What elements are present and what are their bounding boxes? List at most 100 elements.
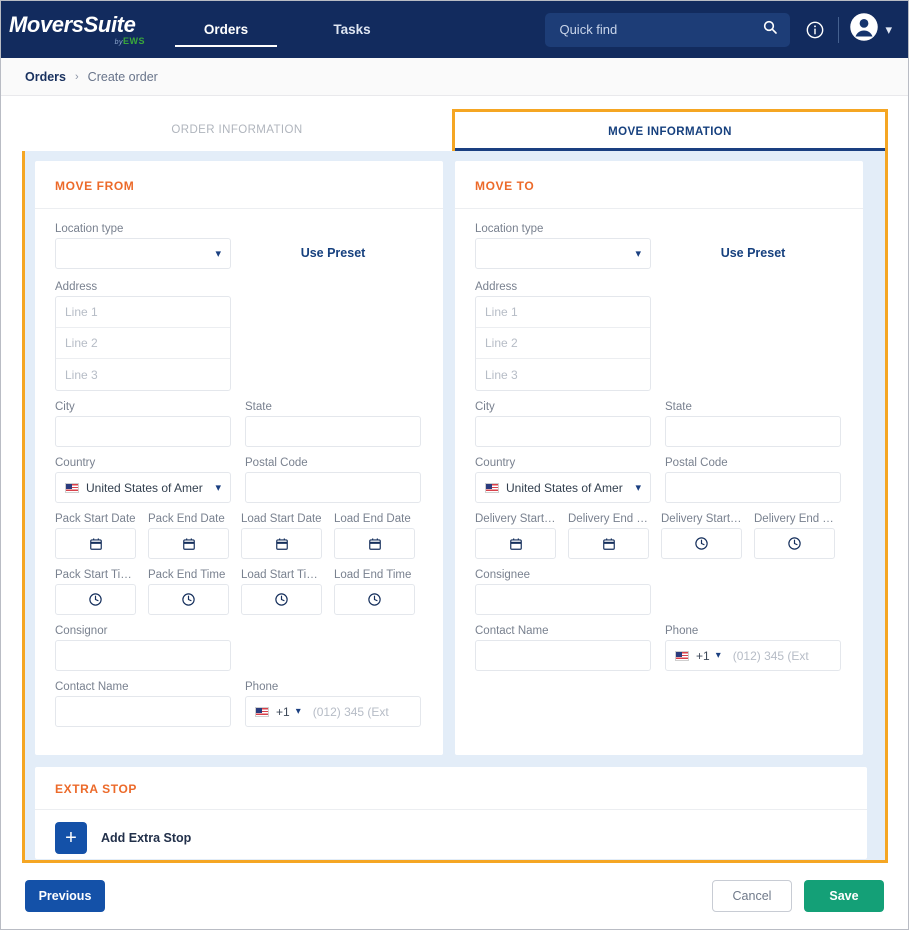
chevron-down-icon[interactable]: ▾ bbox=[296, 706, 301, 717]
move-to-location-type-select[interactable]: ▾ bbox=[475, 238, 651, 269]
move-from-phone-country-code: +1 bbox=[276, 705, 290, 719]
move-from-pack-end-time-input[interactable] bbox=[148, 584, 229, 615]
move-from-pack-start-time-label: Pack Start Time bbox=[55, 569, 136, 581]
us-flag-icon bbox=[485, 483, 499, 493]
application-window: MoversSuite byEWS Orders Tasks bbox=[0, 0, 909, 930]
add-extra-stop-button[interactable]: Add Extra Stop bbox=[101, 831, 191, 845]
move-to-delivery-start-time-input[interactable] bbox=[661, 528, 742, 559]
us-flag-icon bbox=[65, 483, 79, 493]
info-icon[interactable] bbox=[798, 13, 832, 47]
move-from-locationtype-row: Location type ▾ Use Preset bbox=[55, 223, 423, 269]
plus-icon[interactable]: + bbox=[55, 822, 87, 854]
extra-stop-title: EXTRA STOP bbox=[55, 782, 137, 796]
move-to-title: MOVE TO bbox=[475, 179, 534, 193]
move-from-city-state-row: City State bbox=[55, 401, 423, 447]
move-from-pack-end-time-label: Pack End Time bbox=[148, 569, 229, 581]
chevron-down-icon[interactable]: ▾ bbox=[885, 22, 896, 38]
save-button[interactable]: Save bbox=[804, 880, 884, 912]
tab-order-information[interactable]: ORDER INFORMATION bbox=[22, 109, 452, 151]
move-from-phone-label: Phone bbox=[245, 681, 421, 693]
move-to-phone-label: Phone bbox=[665, 625, 841, 637]
footer-right-actions: Cancel Save bbox=[712, 880, 884, 912]
search-icon[interactable] bbox=[762, 19, 778, 40]
move-from-use-preset-link[interactable]: Use Preset bbox=[301, 246, 366, 260]
move-from-consignor-input[interactable] bbox=[55, 640, 231, 671]
move-to-phone-input[interactable]: +1 ▾ (012) 345 (Ext bbox=[665, 640, 841, 671]
breadcrumb-current: Create order bbox=[88, 70, 158, 84]
user-menu[interactable]: ▾ bbox=[849, 12, 896, 47]
previous-button[interactable]: Previous bbox=[25, 880, 105, 912]
nav-item-orders[interactable]: Orders bbox=[163, 1, 289, 58]
move-to-country-select[interactable]: United States of Amer ▾ bbox=[475, 472, 651, 503]
move-from-phone-input[interactable]: +1 ▾ (012) 345 (Ext bbox=[245, 696, 421, 727]
move-from-load-end-time-input[interactable] bbox=[334, 584, 415, 615]
move-from-city-input[interactable] bbox=[55, 416, 231, 447]
breadcrumb-orders-link[interactable]: Orders bbox=[25, 70, 66, 84]
chevron-down-icon[interactable]: ▾ bbox=[716, 650, 721, 661]
move-from-dates-row: Pack Start Date Pack End Date bbox=[55, 513, 423, 559]
move-from-pack-start-date-input[interactable] bbox=[55, 528, 136, 559]
us-flag-icon bbox=[675, 651, 689, 661]
move-to-address-label: Address bbox=[475, 281, 843, 293]
move-from-postal-input[interactable] bbox=[245, 472, 421, 503]
move-from-phone-placeholder: (012) 345 (Ext bbox=[313, 705, 389, 719]
quick-find-container[interactable] bbox=[545, 13, 790, 47]
move-from-address-line2[interactable]: Line 2 bbox=[56, 328, 230, 359]
move-to-consignee-input[interactable] bbox=[475, 584, 651, 615]
move-from-contact-name-label: Contact Name bbox=[55, 681, 231, 693]
move-from-location-type-select[interactable]: ▾ bbox=[55, 238, 231, 269]
move-to-address-line2[interactable]: Line 2 bbox=[476, 328, 650, 359]
move-from-load-start-date-input[interactable] bbox=[241, 528, 322, 559]
move-to-postal-input[interactable] bbox=[665, 472, 841, 503]
move-to-address-line1[interactable]: Line 1 bbox=[476, 297, 650, 328]
move-from-postal-label: Postal Code bbox=[245, 457, 421, 469]
move-to-city-input[interactable] bbox=[475, 416, 651, 447]
move-to-country-label: Country bbox=[475, 457, 651, 469]
move-to-delivery-start-date-input[interactable] bbox=[475, 528, 556, 559]
extra-stop-body: + Add Extra Stop bbox=[35, 810, 867, 860]
app-logo[interactable]: MoversSuite byEWS bbox=[9, 14, 145, 46]
search-input[interactable] bbox=[557, 21, 762, 38]
tab-move-information[interactable]: MOVE INFORMATION bbox=[452, 109, 888, 151]
move-to-country-postal-row: Country United States of Amer ▾ Postal C… bbox=[475, 457, 843, 503]
move-from-address-line3[interactable]: Line 3 bbox=[56, 359, 230, 390]
move-to-state-input[interactable] bbox=[665, 416, 841, 447]
move-to-delivery-end-date-input[interactable] bbox=[568, 528, 649, 559]
cancel-button[interactable]: Cancel bbox=[712, 880, 792, 912]
chevron-down-icon[interactable]: ▾ bbox=[635, 481, 641, 494]
form-footer: Previous Cancel Save bbox=[1, 863, 908, 929]
move-to-contact-name-input[interactable] bbox=[475, 640, 651, 671]
chevron-down-icon[interactable]: ▾ bbox=[635, 247, 641, 260]
move-from-title: MOVE FROM bbox=[55, 179, 134, 193]
move-from-address-label: Address bbox=[55, 281, 423, 293]
move-from-address-line1[interactable]: Line 1 bbox=[56, 297, 230, 328]
move-from-state-input[interactable] bbox=[245, 416, 421, 447]
move-information-panel: MOVE FROM Location type ▾ Use Preset bbox=[25, 151, 885, 860]
move-to-address-line3[interactable]: Line 3 bbox=[476, 359, 650, 390]
move-to-header: MOVE TO bbox=[455, 161, 863, 209]
move-from-load-start-time-input[interactable] bbox=[241, 584, 322, 615]
move-to-consignee-group: Consignee bbox=[475, 569, 651, 615]
move-to-contact-phone-row: Contact Name Phone +1 ▾ (012) 345 (Ext bbox=[475, 625, 843, 671]
extra-stop-card: EXTRA STOP + Add Extra Stop bbox=[35, 767, 867, 859]
logo-by-text: by bbox=[115, 39, 123, 46]
move-from-country-select[interactable]: United States of Amer ▾ bbox=[55, 472, 231, 503]
move-from-pack-end-date-label: Pack End Date bbox=[148, 513, 229, 525]
move-from-load-end-date-input[interactable] bbox=[334, 528, 415, 559]
move-from-pack-end-date-input[interactable] bbox=[148, 528, 229, 559]
breadcrumb: Orders › Create order bbox=[1, 58, 908, 96]
move-from-contact-name-input[interactable] bbox=[55, 696, 231, 727]
move-from-load-start-date-label: Load Start Date bbox=[241, 513, 322, 525]
nav-item-tasks[interactable]: Tasks bbox=[289, 1, 415, 58]
move-from-pack-start-time-input[interactable] bbox=[55, 584, 136, 615]
chevron-down-icon[interactable]: ▾ bbox=[215, 481, 221, 494]
move-from-consignor-group: Consignor bbox=[55, 625, 231, 671]
move-from-body: Location type ▾ Use Preset Address bbox=[35, 209, 443, 745]
move-to-postal-label: Postal Code bbox=[665, 457, 841, 469]
extra-stop-header: EXTRA STOP bbox=[35, 767, 867, 810]
move-from-load-end-time-label: Load End Time bbox=[334, 569, 415, 581]
move-to-use-preset-link[interactable]: Use Preset bbox=[721, 246, 786, 260]
chevron-down-icon[interactable]: ▾ bbox=[215, 247, 221, 260]
move-to-delivery-end-time-input[interactable] bbox=[754, 528, 835, 559]
user-avatar-icon[interactable] bbox=[849, 12, 879, 47]
